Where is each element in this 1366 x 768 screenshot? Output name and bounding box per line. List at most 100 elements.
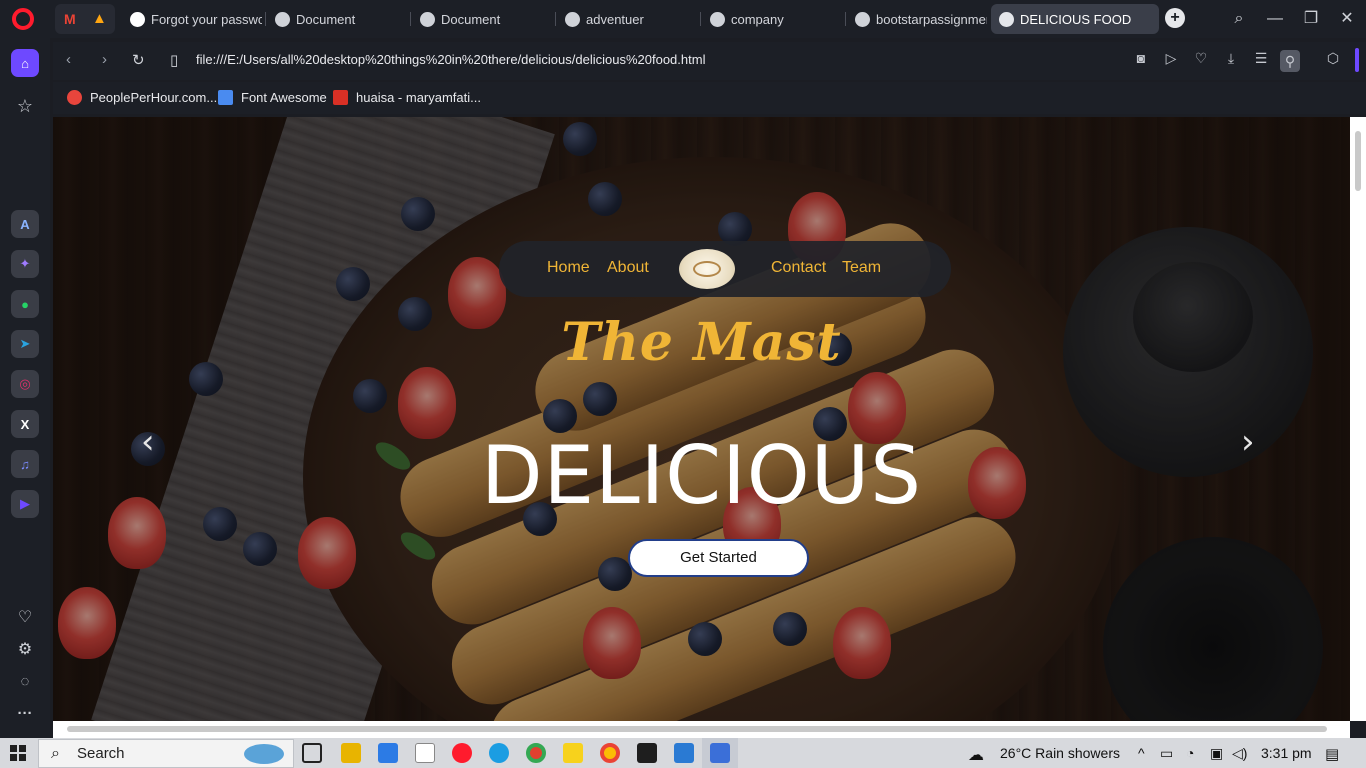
- whatsapp-icon[interactable]: ●: [11, 290, 39, 318]
- tab-company[interactable]: company: [702, 4, 842, 34]
- dark-overlay: [53, 117, 1350, 721]
- back-icon[interactable]: ‹: [66, 51, 71, 68]
- extensions-cube-icon[interactable]: ⬡: [1323, 50, 1343, 67]
- tab-bootstrap-assignment[interactable]: bootstarpassignment.: [847, 4, 987, 34]
- volume-icon[interactable]: ◁): [1232, 745, 1247, 762]
- tab-divider: [265, 12, 266, 26]
- bookmark-peopleperhour[interactable]: PeoplePerHour.com...: [67, 90, 217, 105]
- aria-ai-icon[interactable]: A: [11, 210, 39, 238]
- easy-setup-icon[interactable]: ☰: [1251, 50, 1271, 67]
- sticky-notes-icon[interactable]: [563, 743, 583, 763]
- search-highlight-bird-icon: [244, 744, 284, 764]
- instagram-icon[interactable]: ◎: [11, 370, 39, 398]
- bookmark-font-awesome[interactable]: Font Awesome: [218, 90, 327, 105]
- download-icon[interactable]: ⤓: [1221, 50, 1241, 67]
- search-tabs-icon[interactable]: ⌕: [1228, 8, 1250, 30]
- microsoft-store-icon[interactable]: [378, 743, 398, 763]
- gmail-icon: M: [64, 11, 76, 27]
- star-icon[interactable]: ☆: [11, 92, 39, 120]
- pinned-tabs[interactable]: M ▲: [55, 4, 115, 34]
- scroll-thumb[interactable]: [67, 726, 1327, 732]
- maximize-icon[interactable]: ❐: [1300, 8, 1322, 30]
- bookmark-label: PeoplePerHour.com...: [90, 90, 218, 105]
- github-icon: [130, 11, 145, 27]
- telegram-icon[interactable]: ➤: [11, 330, 39, 358]
- clock-time[interactable]: 3:31 pm: [1261, 745, 1312, 761]
- accent-bar: [1355, 48, 1359, 72]
- tab-delicious-food[interactable]: DELICIOUS FOOD: [991, 4, 1159, 34]
- opera-sidebar: ⌂ ☆ A ✦ ● ➤ ◎ X ♫ ▶ ♡ ⚙ ◌ ···: [0, 38, 50, 738]
- terminal-icon[interactable]: [637, 743, 657, 763]
- minimize-icon[interactable]: —: [1264, 8, 1286, 30]
- notepad-icon[interactable]: [415, 743, 435, 763]
- opera-taskbar-icon[interactable]: [452, 743, 472, 763]
- heart-icon[interactable]: ♡: [11, 603, 39, 631]
- globe-icon: [999, 11, 1014, 27]
- carousel-next-icon[interactable]: ›: [1241, 422, 1255, 462]
- tab-label: company: [731, 11, 784, 27]
- send-icon[interactable]: ▷: [1161, 50, 1181, 67]
- close-icon[interactable]: ✕: [1336, 8, 1358, 30]
- bookmark-gmail-huaisa[interactable]: huaisa - maryamfati...: [333, 90, 481, 105]
- globe-icon: [855, 11, 870, 27]
- camera-snapshot-icon[interactable]: ◙: [1131, 50, 1151, 66]
- player-icon[interactable]: ▶: [11, 490, 39, 518]
- heart-bookmark-icon[interactable]: ♡: [1191, 50, 1211, 67]
- vertical-scrollbar[interactable]: [1350, 117, 1366, 721]
- music-player-icon[interactable]: ♫: [11, 450, 39, 478]
- x-twitter-icon[interactable]: X: [11, 410, 39, 438]
- globe-icon: [565, 11, 580, 27]
- battery-icon[interactable]: ▭: [1160, 745, 1173, 762]
- horizontal-scrollbar[interactable]: [53, 721, 1350, 738]
- windows-taskbar: ⌕ Search ☁ 26°C Rain showers ^ ▭ ◔ ▣ ◁) …: [0, 738, 1366, 768]
- chrome-alt-icon[interactable]: [600, 743, 620, 763]
- nav-contact-link[interactable]: Contact: [771, 259, 826, 277]
- lightbulb-icon[interactable]: ◌: [11, 667, 39, 695]
- site-logo[interactable]: [679, 249, 735, 289]
- messenger-icon[interactable]: ✦: [11, 250, 39, 278]
- edge-icon[interactable]: [489, 743, 509, 763]
- profile-icon[interactable]: ⚲: [1280, 50, 1300, 72]
- chrome-icon[interactable]: [526, 743, 546, 763]
- search-icon: ⌕: [51, 745, 60, 762]
- tray-chevron-up-icon[interactable]: ^: [1138, 745, 1145, 761]
- get-started-button[interactable]: Get Started: [628, 539, 809, 577]
- scroll-thumb[interactable]: [1355, 131, 1361, 191]
- peopleperhour-icon: [67, 90, 82, 105]
- tab-document-2[interactable]: Document: [412, 4, 552, 34]
- windows-start-icon[interactable]: [10, 745, 26, 761]
- nav-about-link[interactable]: About: [607, 259, 649, 277]
- taskbar-search-box[interactable]: ⌕ Search: [38, 739, 294, 768]
- tab-document-1[interactable]: Document: [267, 4, 407, 34]
- python-app-icon[interactable]: [710, 743, 730, 763]
- tab-forgot-password[interactable]: Forgot your password: [122, 4, 262, 34]
- hero-script-title: The Mast: [561, 312, 842, 373]
- home-icon[interactable]: ⌂: [11, 49, 39, 77]
- new-tab-plus-icon[interactable]: +: [1165, 8, 1185, 28]
- settings-gear-icon[interactable]: ⚙: [11, 635, 39, 663]
- url-input[interactable]: file:///E:/Users/all%20desktop%20things%…: [196, 52, 705, 67]
- weather-cloud-icon[interactable]: ☁: [968, 745, 984, 765]
- file-page-icon: ▯: [170, 52, 179, 69]
- more-options-icon[interactable]: ···: [11, 699, 39, 727]
- weather-text[interactable]: 26°C Rain showers: [1000, 745, 1120, 761]
- site-navbar: Home About Contact Team: [499, 241, 951, 297]
- task-view-icon[interactable]: [302, 743, 322, 763]
- forward-icon[interactable]: ›: [102, 51, 107, 68]
- nav-home-link[interactable]: Home: [547, 259, 590, 277]
- nav-team-link[interactable]: Team: [842, 259, 881, 277]
- notifications-icon[interactable]: ▤: [1325, 745, 1339, 763]
- gmail-icon: [333, 90, 348, 105]
- carousel-prev-icon[interactable]: ‹: [141, 422, 155, 462]
- tab-adventuer[interactable]: adventuer: [557, 4, 697, 34]
- tab-divider: [410, 12, 411, 26]
- opera-logo-icon[interactable]: [12, 8, 34, 30]
- vscode-icon[interactable]: [674, 743, 694, 763]
- globe-icon: [275, 11, 290, 27]
- meet-camera-icon[interactable]: ▣: [1210, 745, 1223, 762]
- tab-divider: [845, 12, 846, 26]
- wifi-icon[interactable]: ◔: [1186, 745, 1194, 761]
- file-explorer-icon[interactable]: [341, 743, 361, 763]
- reload-icon[interactable]: ↻: [132, 51, 145, 69]
- tab-divider: [700, 12, 701, 26]
